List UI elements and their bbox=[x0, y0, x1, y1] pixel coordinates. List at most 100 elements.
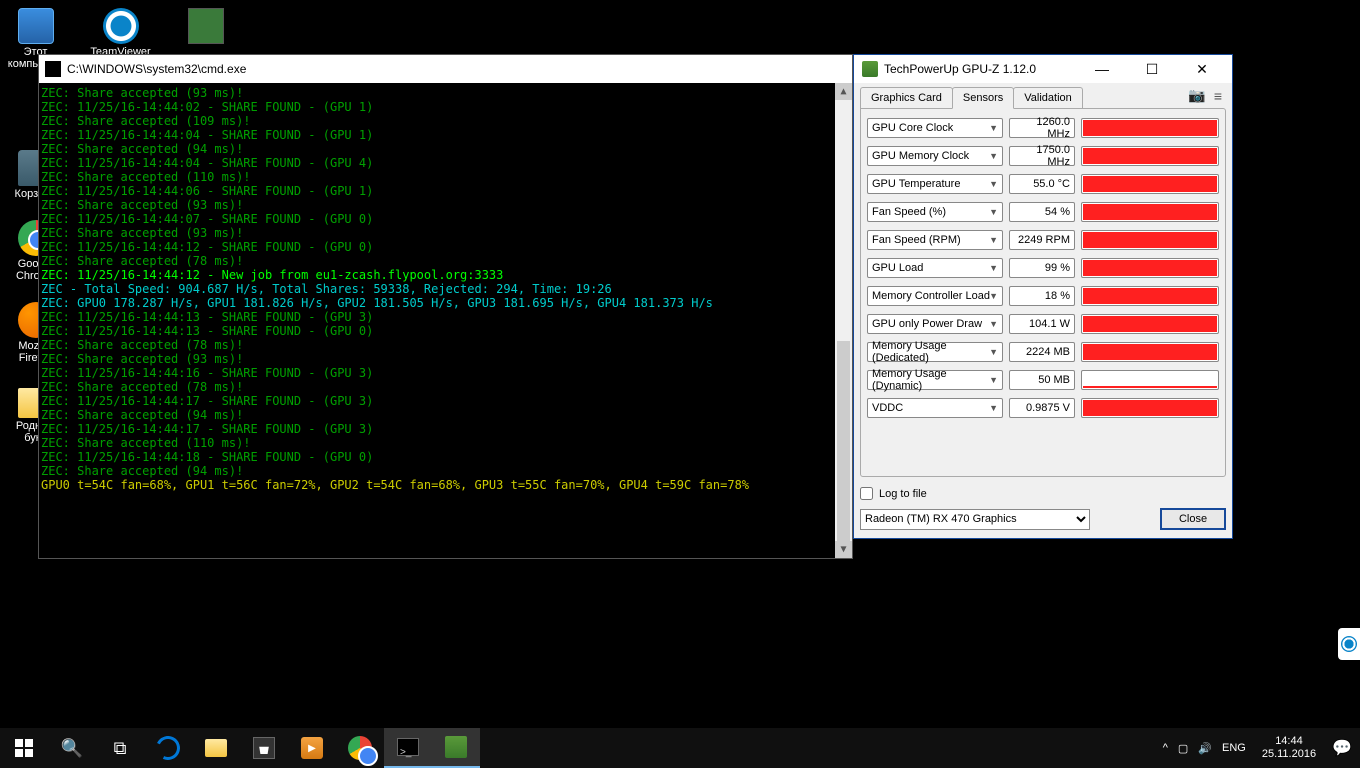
cmd-line: ZEC: 11/25/16-14:44:13 - SHARE FOUND - (… bbox=[41, 310, 850, 324]
gpuz-window[interactable]: TechPowerUp GPU-Z 1.12.0 — ☐ ✕ Graphics … bbox=[853, 54, 1233, 539]
minimize-button[interactable]: — bbox=[1080, 55, 1124, 83]
taskbar-explorer[interactable] bbox=[192, 728, 240, 768]
cmd-line: ZEC: Share accepted (109 ms)! bbox=[41, 114, 850, 128]
close-button[interactable]: ✕ bbox=[1180, 55, 1224, 83]
gpuz-title-text: TechPowerUp GPU-Z 1.12.0 bbox=[884, 62, 1036, 76]
store-icon bbox=[253, 737, 275, 759]
log-to-file-checkbox[interactable] bbox=[860, 487, 873, 500]
tray-chevron-icon[interactable]: ^ bbox=[1163, 742, 1168, 754]
cmd-line: ZEC: Share accepted (93 ms)! bbox=[41, 86, 850, 100]
taskbar-taskview[interactable]: ⧉ bbox=[96, 728, 144, 768]
sensor-row: GPU Memory Clock▼ 1750.0 MHz bbox=[867, 145, 1219, 167]
sensor-row: GPU Core Clock▼ 1260.0 MHz bbox=[867, 117, 1219, 139]
gpuz-icon bbox=[445, 736, 467, 758]
sensor-row: Memory Usage (Dedicated)▼2224 MB bbox=[867, 341, 1219, 363]
sensor-graph[interactable] bbox=[1081, 174, 1219, 194]
sensor-graph[interactable] bbox=[1081, 286, 1219, 306]
cmd-line: GPU0 t=54C fan=68%, GPU1 t=56C fan=72%, … bbox=[41, 478, 850, 492]
sensor-label[interactable]: GPU Temperature▼ bbox=[867, 174, 1003, 194]
sensor-value: 55.0 °C bbox=[1009, 174, 1075, 194]
scroll-track[interactable] bbox=[835, 100, 852, 541]
windows-icon bbox=[15, 739, 33, 757]
sensor-label[interactable]: GPU Memory Clock▼ bbox=[867, 146, 1003, 166]
cmd-line: ZEC: Share accepted (78 ms)! bbox=[41, 380, 850, 394]
taskbar-edge[interactable] bbox=[144, 728, 192, 768]
sensor-label[interactable]: GPU Core Clock▼ bbox=[867, 118, 1003, 138]
tray-time: 14:44 bbox=[1275, 735, 1303, 748]
teamviewer-side-tab[interactable] bbox=[1338, 628, 1360, 660]
sensor-value: 104.1 W bbox=[1009, 314, 1075, 334]
taskbar: 🔍 ⧉ ^ ▢ 🔊 ENG 14:44 25.11.2016 💬 bbox=[0, 728, 1360, 768]
sensor-value: 1750.0 MHz bbox=[1009, 146, 1075, 166]
sensor-graph[interactable] bbox=[1081, 342, 1219, 362]
sensor-graph[interactable] bbox=[1081, 230, 1219, 250]
cmd-body[interactable]: ZEC: Share accepted (93 ms)! ZEC: 11/25/1… bbox=[39, 83, 852, 558]
tray-battery-icon[interactable]: ▢ bbox=[1178, 742, 1188, 755]
cmd-window[interactable]: C:\WINDOWS\system32\cmd.exe ZEC: Share a… bbox=[38, 54, 853, 559]
sensor-value: 1260.0 MHz bbox=[1009, 118, 1075, 138]
sensor-graph[interactable] bbox=[1081, 398, 1219, 418]
cmd-line: ZEC: Share accepted (94 ms)! bbox=[41, 408, 850, 422]
taskbar-store[interactable] bbox=[240, 728, 288, 768]
sensor-label[interactable]: Memory Controller Load▼ bbox=[867, 286, 1003, 306]
computer-icon bbox=[18, 8, 54, 44]
sensor-label[interactable]: Memory Usage (Dedicated)▼ bbox=[867, 342, 1003, 362]
cmd-line: ZEC: 11/25/16-14:44:04 - SHARE FOUND - (… bbox=[41, 128, 850, 142]
gpuz-close-button[interactable]: Close bbox=[1160, 508, 1226, 530]
taskbar-movies[interactable] bbox=[288, 728, 336, 768]
cmd-line: ZEC: 11/25/16-14:44:12 - New job from eu… bbox=[41, 268, 850, 282]
system-tray: ^ ▢ 🔊 ENG 14:44 25.11.2016 💬 bbox=[1155, 735, 1360, 761]
sensor-label[interactable]: GPU Load▼ bbox=[867, 258, 1003, 278]
tab-graphics-card[interactable]: Graphics Card bbox=[860, 87, 953, 108]
sensor-label[interactable]: VDDC▼ bbox=[867, 398, 1003, 418]
scroll-up-icon[interactable]: ▲ bbox=[835, 83, 852, 100]
screenshot-icon[interactable]: 📷 bbox=[1188, 87, 1205, 104]
scroll-down-icon[interactable]: ▼ bbox=[835, 541, 852, 558]
maximize-button[interactable]: ☐ bbox=[1130, 55, 1174, 83]
sensor-label[interactable]: Fan Speed (RPM)▼ bbox=[867, 230, 1003, 250]
cmd-title-text: C:\WINDOWS\system32\cmd.exe bbox=[67, 62, 246, 76]
cmd-line: ZEC: 11/25/16-14:44:12 - SHARE FOUND - (… bbox=[41, 240, 850, 254]
sensor-value: 2249 RPM bbox=[1009, 230, 1075, 250]
cmd-line: ZEC: 11/25/16-14:44:18 - SHARE FOUND - (… bbox=[41, 450, 850, 464]
sensor-label[interactable]: Memory Usage (Dynamic)▼ bbox=[867, 370, 1003, 390]
sensor-graph[interactable] bbox=[1081, 370, 1219, 390]
sensor-row: Memory Usage (Dynamic)▼50 MB bbox=[867, 369, 1219, 391]
gpu-device-select[interactable]: Radeon (TM) RX 470 Graphics bbox=[860, 509, 1090, 530]
cmd-line: ZEC: 11/25/16-14:44:17 - SHARE FOUND - (… bbox=[41, 422, 850, 436]
tray-language[interactable]: ENG bbox=[1222, 742, 1246, 754]
sensor-label[interactable]: Fan Speed (%)▼ bbox=[867, 202, 1003, 222]
movies-icon bbox=[301, 737, 323, 759]
start-button[interactable] bbox=[0, 728, 48, 768]
taskbar-cmd[interactable] bbox=[384, 728, 432, 768]
tray-notifications-icon[interactable]: 💬 bbox=[1332, 738, 1352, 758]
sensor-row: GPU Load▼ 99 % bbox=[867, 257, 1219, 279]
gpuz-body: GPU Core Clock▼ 1260.0 MHz GPU Memory Cloc… bbox=[860, 108, 1226, 477]
tab-validation[interactable]: Validation bbox=[1013, 87, 1083, 108]
taskbar-search[interactable]: 🔍 bbox=[48, 728, 96, 768]
tab-sensors[interactable]: Sensors bbox=[952, 87, 1014, 109]
chevron-down-icon: ▼ bbox=[989, 151, 998, 161]
chevron-down-icon: ▼ bbox=[989, 235, 998, 245]
cmd-line: ZEC: Share accepted (110 ms)! bbox=[41, 436, 850, 450]
sensor-graph[interactable] bbox=[1081, 258, 1219, 278]
sensor-graph[interactable] bbox=[1081, 146, 1219, 166]
log-to-file-row[interactable]: Log to file bbox=[860, 487, 1226, 500]
sensor-graph[interactable] bbox=[1081, 202, 1219, 222]
scroll-thumb[interactable] bbox=[837, 341, 850, 541]
sensor-label[interactable]: GPU only Power Draw▼ bbox=[867, 314, 1003, 334]
taskbar-gpuz[interactable] bbox=[432, 728, 480, 768]
sensor-value: 99 % bbox=[1009, 258, 1075, 278]
sensor-graph[interactable] bbox=[1081, 314, 1219, 334]
gpuz-titlebar[interactable]: TechPowerUp GPU-Z 1.12.0 — ☐ ✕ bbox=[854, 55, 1232, 83]
cmd-line: ZEC: Share accepted (94 ms)! bbox=[41, 464, 850, 478]
sensor-graph[interactable] bbox=[1081, 118, 1219, 138]
tray-clock[interactable]: 14:44 25.11.2016 bbox=[1256, 735, 1322, 761]
tray-sound-icon[interactable]: 🔊 bbox=[1198, 742, 1212, 755]
cmd-scrollbar[interactable]: ▲ ▼ bbox=[835, 83, 852, 558]
menu-icon[interactable]: ≡ bbox=[1214, 88, 1222, 104]
taskbar-chrome[interactable] bbox=[336, 728, 384, 768]
cmd-titlebar[interactable]: C:\WINDOWS\system32\cmd.exe bbox=[39, 55, 852, 83]
cmd-icon bbox=[45, 61, 61, 77]
chevron-down-icon: ▼ bbox=[989, 291, 998, 301]
